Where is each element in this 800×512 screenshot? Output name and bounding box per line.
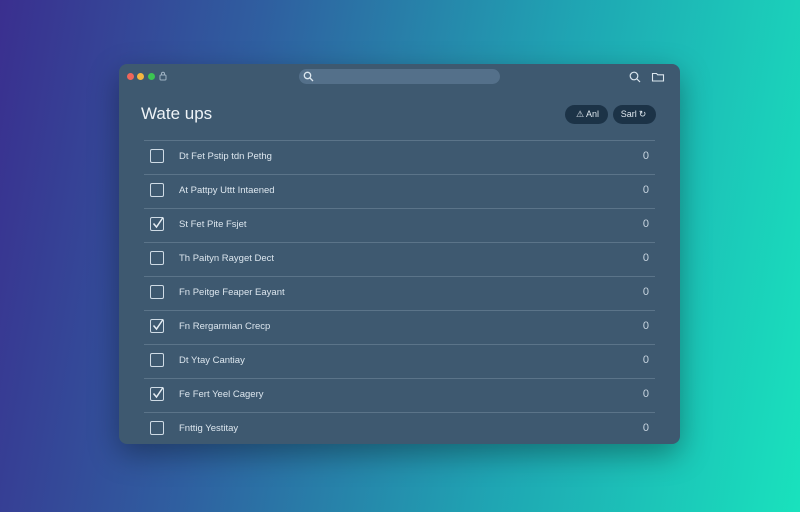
zoom-window-button[interactable] [148, 73, 155, 80]
checkmark-icon [152, 387, 164, 399]
list-item-label: Fn Peitge Feaper Eayant [179, 287, 285, 298]
toolbar-button-one-label: Anl [586, 109, 600, 119]
close-window-button[interactable] [127, 73, 134, 80]
checkmark-icon [152, 319, 164, 331]
list-item-label: Th Paityn Rayget Dect [179, 253, 275, 264]
checkbox[interactable] [150, 421, 164, 435]
list-item[interactable]: St Fet Pite Fsjet 0 [144, 208, 655, 242]
checkbox[interactable] [150, 251, 164, 265]
list-item[interactable]: Fe Fert Yeel Cagery 0 [144, 378, 655, 412]
search-icon [303, 71, 314, 82]
list-item-count: 0 [642, 252, 649, 264]
list-item-label: At Pattpy Uttt Intaened [179, 185, 275, 196]
list-item[interactable]: Dt Fet Pstip tdn Pethg 0 [144, 140, 655, 174]
list-item-count: 0 [642, 286, 649, 298]
list-item-label: Fe Fert Yeel Cagery [179, 389, 264, 400]
minimize-window-button[interactable] [137, 73, 144, 80]
warning-icon: ⚠ [575, 109, 585, 119]
search-icon[interactable] [628, 70, 642, 84]
folder-icon[interactable] [651, 70, 665, 84]
checkbox[interactable] [150, 285, 164, 299]
list-item-count: 0 [642, 150, 649, 162]
refresh-icon: ↻ [638, 109, 647, 119]
list-item-count: 0 [642, 218, 649, 230]
list-item-count: 0 [642, 354, 649, 366]
list-item[interactable]: Fn Peitge Feaper Eayant 0 [144, 276, 655, 310]
checkbox[interactable] [150, 319, 164, 333]
checkbox[interactable] [150, 149, 164, 163]
page-title: Wate ups [141, 104, 213, 123]
checkmark-icon [152, 217, 164, 229]
list-item[interactable]: Th Paityn Rayget Dect 0 [144, 242, 655, 276]
checkbox[interactable] [150, 183, 164, 197]
list-item[interactable]: Dt Ytay Cantiay 0 [144, 344, 655, 378]
list-item-count: 0 [642, 184, 649, 196]
title-bar [119, 64, 680, 88]
checkbox[interactable] [150, 387, 164, 401]
list-item-count: 0 [642, 388, 649, 400]
search-input[interactable] [317, 69, 495, 84]
list-item-label: Dt Ytay Cantiay [179, 355, 245, 366]
checkbox[interactable] [150, 353, 164, 367]
toolbar-button-two[interactable]: Sarl ↻ [613, 105, 656, 124]
checkbox[interactable] [150, 217, 164, 231]
app-window: Wate ups ⚠ Anl Sarl ↻ Dt Fet Pstip tdn Pet… [119, 64, 680, 444]
list-item-label: Fnttig Yestitay [179, 423, 239, 434]
lock-icon [159, 71, 167, 81]
address-search-bar[interactable] [299, 69, 500, 84]
toolbar-button-one[interactable]: ⚠ Anl [565, 105, 608, 124]
toolbar-button-two-label: Sarl [620, 109, 637, 119]
checklist: Dt Fet Pstip tdn Pethg 0 At Pattpy Uttt … [144, 140, 655, 444]
list-item-label: Fn Rergarmian Crecp [179, 321, 271, 332]
list-item[interactable]: At Pattpy Uttt Intaened 0 [144, 174, 655, 208]
list-item-count: 0 [642, 422, 649, 434]
list-item[interactable]: Fn Rergarmian Crecp 0 [144, 310, 655, 344]
list-item-label: Dt Fet Pstip tdn Pethg [179, 151, 272, 162]
list-item-label: St Fet Pite Fsjet [179, 219, 247, 230]
list-item-count: 0 [642, 320, 649, 332]
list-item[interactable]: Fnttig Yestitay 0 [144, 412, 655, 444]
